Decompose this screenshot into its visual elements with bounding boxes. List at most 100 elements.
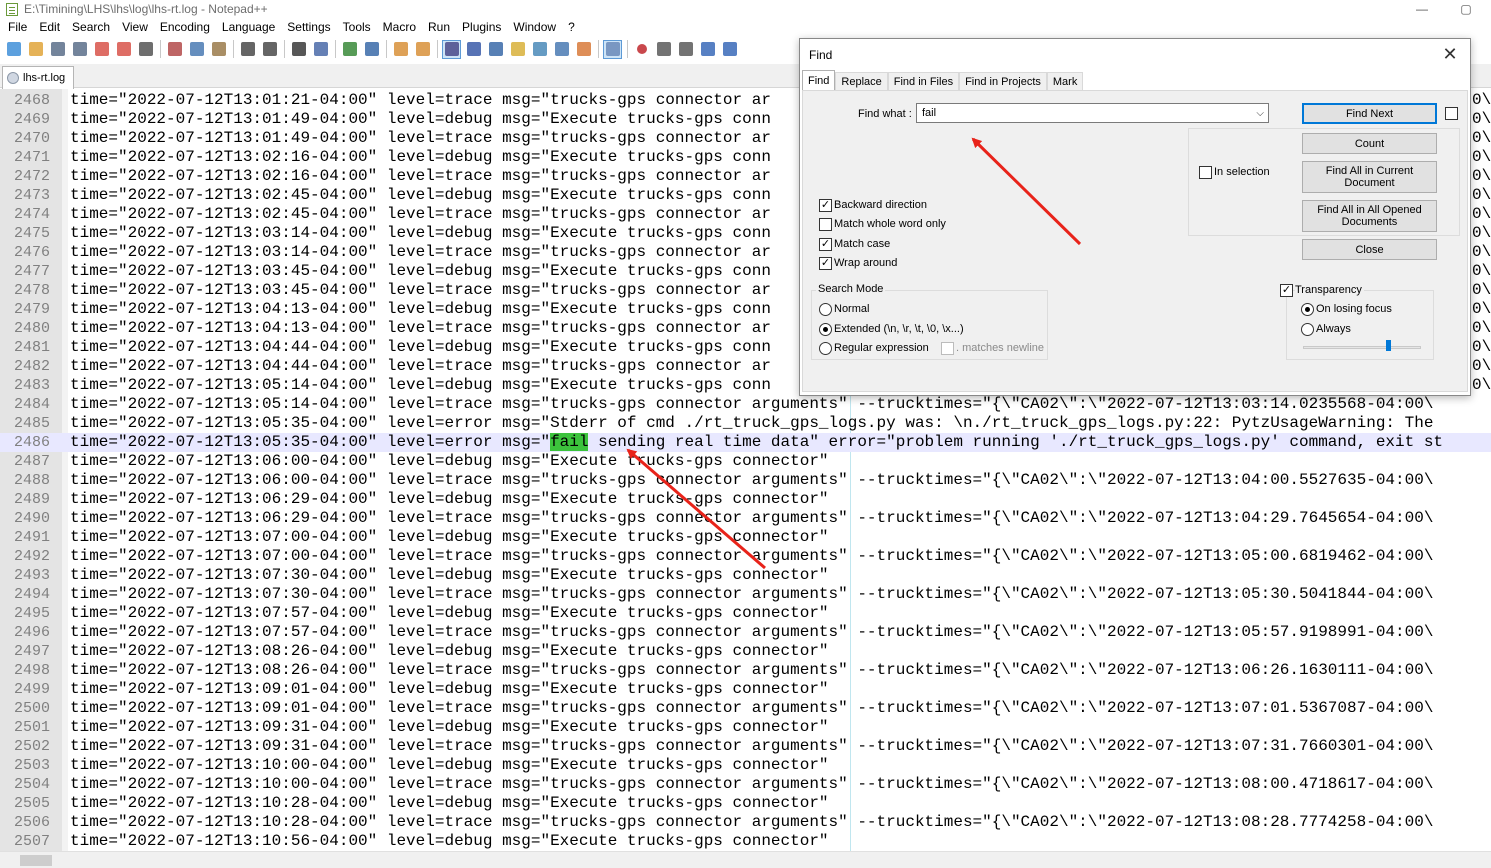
run-macro-multiple-button[interactable] bbox=[698, 40, 717, 59]
horizontal-scrollbar[interactable] bbox=[0, 851, 1491, 868]
cut-button[interactable] bbox=[165, 40, 184, 59]
undo-button[interactable] bbox=[238, 40, 257, 59]
find-what-combobox[interactable]: fail ⌵ bbox=[916, 103, 1269, 123]
in-selection-checkbox[interactable] bbox=[1199, 166, 1212, 179]
monitoring-button[interactable] bbox=[603, 39, 622, 59]
editor-line[interactable]: 2489 time="2022-07-12T13:06:29-04:00" lev… bbox=[0, 490, 1491, 509]
word-wrap-button[interactable] bbox=[442, 39, 461, 59]
menu-help[interactable]: ? bbox=[562, 18, 581, 36]
new-file-button[interactable] bbox=[4, 40, 23, 59]
open-file-button[interactable] bbox=[26, 40, 45, 59]
find-all-in-opened-documents-button[interactable]: Find All in All Opened Documents bbox=[1302, 200, 1437, 232]
editor-line[interactable]: 2493 time="2022-07-12T13:07:30-04:00" lev… bbox=[0, 566, 1491, 585]
regex-mode-radio[interactable] bbox=[819, 342, 832, 355]
editor-line[interactable]: 2501 time="2022-07-12T13:09:31-04:00" lev… bbox=[0, 718, 1491, 737]
menu-tools[interactable]: Tools bbox=[337, 18, 377, 36]
editor-line[interactable]: 2499 time="2022-07-12T13:09:01-04:00" lev… bbox=[0, 680, 1491, 699]
menu-settings[interactable]: Settings bbox=[281, 18, 336, 36]
editor-line[interactable]: 2490 time="2022-07-12T13:06:29-04:00" lev… bbox=[0, 509, 1491, 528]
menu-language[interactable]: Language bbox=[216, 18, 281, 36]
wrap-around-checkbox[interactable]: ✓ bbox=[819, 257, 832, 270]
editor-line[interactable]: 2502 time="2022-07-12T13:09:31-04:00" lev… bbox=[0, 737, 1491, 756]
zoom-out-button[interactable] bbox=[362, 40, 381, 59]
editor-line[interactable]: 2487 time="2022-07-12T13:06:00-04:00" lev… bbox=[0, 452, 1491, 471]
editor-line[interactable]: 2507 time="2022-07-12T13:10:56-04:00" lev… bbox=[0, 832, 1491, 851]
close-all-button[interactable] bbox=[114, 40, 133, 59]
find-button[interactable] bbox=[289, 40, 308, 59]
editor-line[interactable]: 2491 time="2022-07-12T13:07:00-04:00" lev… bbox=[0, 528, 1491, 547]
maximize-button[interactable]: ▢ bbox=[1443, 0, 1489, 18]
save-all-button[interactable] bbox=[70, 40, 89, 59]
editor-line[interactable]: 2486 time="2022-07-12T13:05:35-04:00" lev… bbox=[0, 433, 1491, 452]
on-losing-focus-radio[interactable] bbox=[1301, 303, 1314, 316]
function-list-button[interactable] bbox=[552, 40, 571, 59]
extended-mode-radio[interactable] bbox=[819, 323, 832, 336]
menu-run[interactable]: Run bbox=[422, 18, 456, 36]
copy-button[interactable] bbox=[187, 40, 206, 59]
dialog-tab-replace[interactable]: Replace bbox=[835, 72, 888, 91]
editor-line[interactable]: 2506 time="2022-07-12T13:10:28-04:00" lev… bbox=[0, 813, 1491, 832]
save-macro-button[interactable] bbox=[720, 40, 739, 59]
redo-button[interactable] bbox=[260, 40, 279, 59]
menu-search[interactable]: Search bbox=[66, 18, 116, 36]
find-next-button[interactable]: Find Next bbox=[1302, 103, 1437, 124]
editor-line[interactable]: 2500 time="2022-07-12T13:09:01-04:00" lev… bbox=[0, 699, 1491, 718]
editor-line[interactable]: 2504 time="2022-07-12T13:10:00-04:00" lev… bbox=[0, 775, 1491, 794]
editor-line[interactable]: 2505 time="2022-07-12T13:10:28-04:00" lev… bbox=[0, 794, 1491, 813]
paste-button[interactable] bbox=[209, 40, 228, 59]
chevron-down-icon[interactable]: ⌵ bbox=[1256, 105, 1264, 123]
editor-line[interactable]: 2498 time="2022-07-12T13:08:26-04:00" lev… bbox=[0, 661, 1491, 680]
menu-view[interactable]: View bbox=[116, 18, 154, 36]
close-button[interactable]: Close bbox=[1302, 239, 1437, 260]
menu-plugins[interactable]: Plugins bbox=[456, 18, 507, 36]
replace-button[interactable] bbox=[311, 40, 330, 59]
menu-encoding[interactable]: Encoding bbox=[154, 18, 216, 36]
close-button[interactable] bbox=[92, 40, 111, 59]
transparency-slider-track[interactable] bbox=[1303, 346, 1421, 349]
dialog-close-icon[interactable]: ✕ bbox=[1440, 44, 1460, 65]
editor-line[interactable]: 2496 time="2022-07-12T13:07:57-04:00" lev… bbox=[0, 623, 1491, 642]
editor-line[interactable]: 2494 time="2022-07-12T13:07:30-04:00" lev… bbox=[0, 585, 1491, 604]
dialog-tab-find-in-projects[interactable]: Find in Projects bbox=[959, 72, 1047, 91]
menu-window[interactable]: Window bbox=[507, 18, 562, 36]
editor-line[interactable]: 2484 time="2022-07-12T13:05:14-04:00" lev… bbox=[0, 395, 1491, 414]
find-next-options-checkbox[interactable] bbox=[1445, 107, 1458, 120]
print-button[interactable] bbox=[136, 40, 155, 59]
sync-vertical-button[interactable] bbox=[391, 40, 410, 59]
editor-line[interactable]: 2497 time="2022-07-12T13:08:26-04:00" lev… bbox=[0, 642, 1491, 661]
normal-mode-radio[interactable] bbox=[819, 303, 832, 316]
editor-line[interactable]: 2492 time="2022-07-12T13:07:00-04:00" lev… bbox=[0, 547, 1491, 566]
count-button[interactable]: Count bbox=[1302, 133, 1437, 154]
menu-edit[interactable]: Edit bbox=[33, 18, 66, 36]
match-whole-word-checkbox[interactable] bbox=[819, 218, 832, 231]
scrollbar-thumb[interactable] bbox=[20, 855, 52, 866]
menu-macro[interactable]: Macro bbox=[377, 18, 422, 36]
transparency-checkbox[interactable]: ✓ bbox=[1280, 284, 1293, 297]
transparency-slider-thumb[interactable] bbox=[1386, 340, 1391, 351]
zoom-in-button[interactable] bbox=[340, 40, 359, 59]
tab-lhs-rt-log[interactable]: lhs-rt.log bbox=[2, 66, 74, 89]
menu-file[interactable]: File bbox=[2, 18, 33, 36]
folder-workspace-button[interactable] bbox=[574, 40, 593, 59]
dialog-tab-mark[interactable]: Mark bbox=[1046, 72, 1084, 91]
indent-guide-button[interactable] bbox=[486, 40, 505, 59]
minimize-button[interactable]: — bbox=[1399, 0, 1445, 18]
playback-macro-button[interactable] bbox=[676, 40, 695, 59]
dialog-tab-find-in-files[interactable]: Find in Files bbox=[887, 72, 960, 91]
matches-newline-checkbox[interactable] bbox=[941, 342, 954, 355]
show-all-characters-button[interactable] bbox=[464, 40, 483, 59]
match-case-checkbox[interactable]: ✓ bbox=[819, 238, 832, 251]
dialog-tab-find[interactable]: Find bbox=[802, 70, 836, 91]
sync-horizontal-button[interactable] bbox=[413, 40, 432, 59]
record-macro-button[interactable] bbox=[632, 40, 651, 59]
editor-line[interactable]: 2503 time="2022-07-12T13:10:00-04:00" lev… bbox=[0, 756, 1491, 775]
editor-line[interactable]: 2495 time="2022-07-12T13:07:57-04:00" lev… bbox=[0, 604, 1491, 623]
find-all-in-current-document-button[interactable]: Find All in Current Document bbox=[1302, 161, 1437, 193]
backward-direction-checkbox[interactable]: ✓ bbox=[819, 199, 832, 212]
document-map-button[interactable] bbox=[530, 40, 549, 59]
save-button[interactable] bbox=[48, 40, 67, 59]
always-radio[interactable] bbox=[1301, 323, 1314, 336]
editor-line[interactable]: 2485 time="2022-07-12T13:05:35-04:00" lev… bbox=[0, 414, 1491, 433]
stop-recording-button[interactable] bbox=[654, 40, 673, 59]
user-language-button[interactable] bbox=[508, 40, 527, 59]
